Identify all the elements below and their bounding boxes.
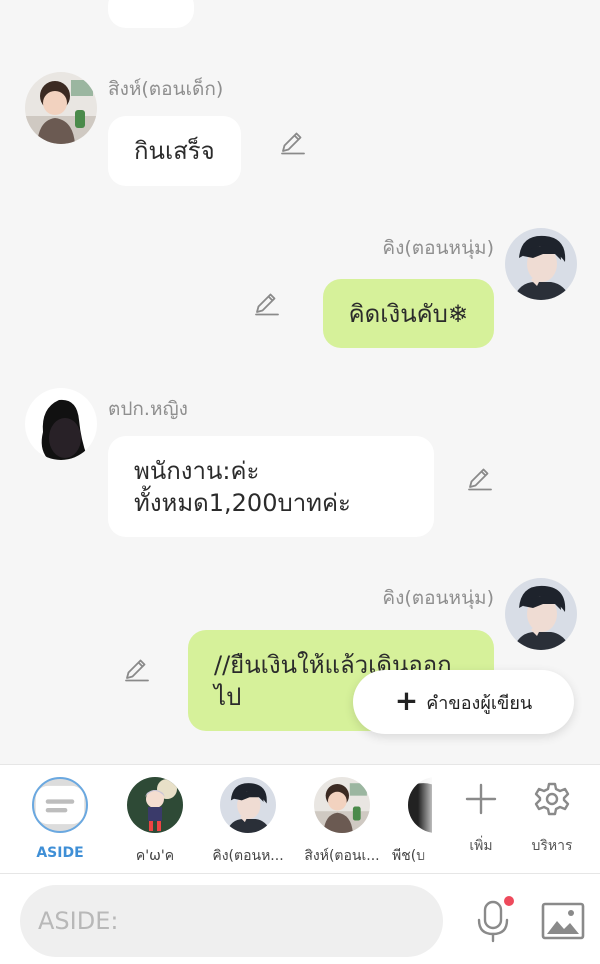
avatar-woman[interactable] xyxy=(25,388,97,460)
edit-pencil-icon[interactable] xyxy=(279,129,307,157)
character-item[interactable]: สิงห์(ตอนเ... xyxy=(302,777,382,867)
chat-area[interactable]: สิงห์(ตอนเด็ก) กินเสร็จ คิง(ตอนหนุ่ม) คิ… xyxy=(0,0,600,764)
manage-label: บริหาร xyxy=(531,838,573,854)
message-text: พนักงาน:ค่ะ ทั้งหมด1,200บาทค่ะ xyxy=(134,456,351,517)
character-item[interactable]: คิง(ตอนห... xyxy=(208,777,288,867)
message-text: กินเสร็จ xyxy=(134,137,215,165)
author-note-button[interactable]: + คำของผู้เขียน xyxy=(353,670,574,734)
message-bubble[interactable]: กินเสร็จ xyxy=(108,116,241,186)
message-text: คิดเงินคับ❄ xyxy=(348,299,468,328)
edit-pencil-icon[interactable] xyxy=(123,656,151,684)
microphone-button[interactable] xyxy=(470,896,516,944)
sender-name: คิง(ตอนหนุ่ม) xyxy=(382,587,494,609)
aside-icon xyxy=(32,777,88,833)
avatar xyxy=(314,777,370,833)
notification-dot xyxy=(504,896,514,906)
message-input[interactable] xyxy=(20,885,443,957)
image-button[interactable] xyxy=(541,901,585,941)
author-note-label: คำของผู้เขียน xyxy=(426,692,533,714)
edit-pencil-icon[interactable] xyxy=(466,465,494,493)
plus-icon: + xyxy=(394,683,419,717)
message-bubble[interactable]: พนักงาน:ค่ะ ทั้งหมด1,200บาทค่ะ xyxy=(108,436,434,537)
avatar-young-man[interactable] xyxy=(505,228,577,300)
character-item[interactable]: ค'ω'ค xyxy=(115,777,195,867)
edit-pencil-icon[interactable] xyxy=(253,290,281,318)
message-bubble[interactable]: คิดเงินคับ❄ xyxy=(322,279,494,348)
avatar xyxy=(127,777,183,833)
character-label: ASIDE xyxy=(36,845,84,861)
add-label: เพิ่ม xyxy=(469,838,493,854)
avatar-child[interactable] xyxy=(25,72,97,144)
sender-name: สิงห์(ตอนเด็ก) xyxy=(108,78,224,100)
character-label: คิง(ตอนห... xyxy=(212,848,284,864)
character-selector: ASIDE ค'ω'ค คิง(ตอนห... สิงห์(ตอนเ... พี… xyxy=(0,764,600,874)
character-aside[interactable]: ASIDE xyxy=(20,777,100,861)
character-label: ค'ω'ค xyxy=(135,848,175,864)
message-bubble-partial xyxy=(108,0,194,28)
plus-icon xyxy=(451,777,511,821)
sender-name: ตปก.หญิง xyxy=(108,398,188,420)
input-bar xyxy=(0,874,600,964)
gear-icon xyxy=(522,777,582,821)
avatar-young-man[interactable] xyxy=(505,578,577,650)
avatar xyxy=(220,777,276,833)
character-label: สิงห์(ตอนเ... xyxy=(304,848,380,864)
image-icon xyxy=(541,902,585,940)
scroll-fade xyxy=(418,765,438,873)
manage-button[interactable]: บริหาร xyxy=(522,777,582,857)
sender-name: คิง(ตอนหนุ่ม) xyxy=(382,237,494,259)
add-character-button[interactable]: เพิ่ม xyxy=(451,777,511,857)
